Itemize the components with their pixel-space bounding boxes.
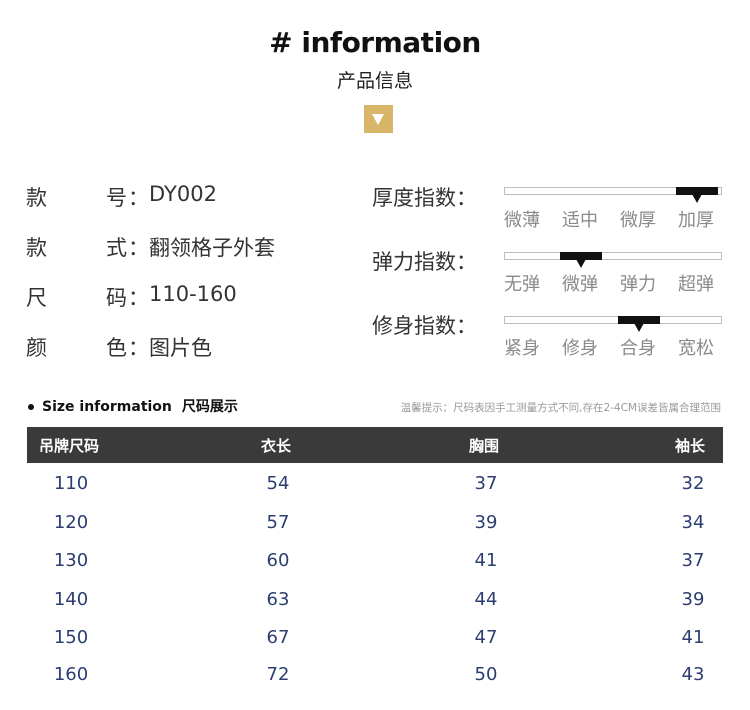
table-row: 120 57 39 34 — [27, 512, 723, 542]
spec-value-model: DY002 — [149, 182, 217, 206]
spec-key-1: 款 — [26, 236, 47, 260]
fit-index-bar — [504, 316, 722, 332]
spec-key-2: 码 — [106, 286, 127, 310]
table-cell: 54 — [266, 473, 290, 494]
spec-key-1: 颜 — [26, 336, 47, 360]
table-cell: 39 — [474, 512, 498, 533]
fit-index-marker — [617, 316, 660, 332]
spec-value-size: 110-160 — [149, 282, 237, 306]
index-option: 无弹 — [504, 274, 540, 295]
size-table-header: 吊牌尺码 衣长 胸围 袖长 — [27, 427, 723, 463]
elasticity-index-label: 弹力指数： — [372, 250, 477, 274]
index-option: 宽松 — [678, 338, 714, 359]
index-option: 微弹 — [562, 274, 598, 295]
table-cell: 41 — [474, 550, 498, 571]
table-header-cell: 袖长 — [675, 437, 706, 455]
table-cell: 110 — [53, 473, 89, 494]
table-cell: 57 — [266, 512, 290, 533]
fit-index-label: 修身指数： — [372, 314, 477, 338]
index-option: 微厚 — [620, 210, 656, 231]
elasticity-index-bar — [504, 252, 722, 268]
index-option: 适中 — [562, 210, 598, 231]
table-header-cell: 衣长 — [261, 437, 292, 455]
table-cell: 39 — [681, 589, 705, 610]
table-cell: 67 — [266, 627, 290, 648]
table-row: 140 63 44 39 — [27, 589, 723, 619]
table-cell: 41 — [681, 627, 705, 648]
spec-key-2: 色 — [106, 336, 127, 360]
table-cell: 37 — [681, 550, 705, 571]
index-option: 微薄 — [504, 210, 540, 231]
table-cell: 130 — [53, 550, 89, 571]
down-arrow-icon — [364, 105, 393, 133]
spec-colon: ： — [128, 236, 149, 260]
table-row: 150 67 47 41 — [27, 627, 723, 657]
table-cell: 43 — [681, 664, 705, 685]
table-row: 160 72 50 43 — [27, 664, 723, 694]
index-option: 紧身 — [504, 338, 540, 359]
table-cell: 60 — [266, 550, 290, 571]
table-cell: 44 — [474, 589, 498, 610]
size-section-title: Size information 尺码展示 — [28, 396, 238, 416]
table-cell: 32 — [681, 473, 705, 494]
bullet-icon — [28, 404, 34, 410]
table-cell: 150 — [53, 627, 89, 648]
table-cell: 37 — [474, 473, 498, 494]
table-row: 130 60 41 37 — [27, 550, 723, 580]
index-option: 弹力 — [620, 274, 656, 295]
table-cell: 50 — [474, 664, 498, 685]
index-option: 合身 — [620, 338, 656, 359]
spec-colon: ： — [128, 336, 149, 360]
spec-key-2: 号 — [106, 186, 127, 210]
thickness-index-bar — [504, 187, 722, 203]
page-title: # information — [269, 26, 481, 59]
table-cell: 72 — [266, 664, 290, 685]
spec-value-color: 图片色 — [149, 336, 212, 360]
spec-colon: ： — [128, 286, 149, 310]
spec-value-style: 翻领格子外套 — [149, 236, 275, 260]
table-cell: 47 — [474, 627, 498, 648]
table-cell: 120 — [53, 512, 89, 533]
table-cell: 160 — [53, 664, 89, 685]
size-title-cn: 尺码展示 — [181, 399, 238, 415]
spec-colon: ： — [128, 186, 149, 210]
page-subtitle: 产品信息 — [336, 70, 413, 92]
index-option: 修身 — [562, 338, 598, 359]
table-header-cell: 胸围 — [469, 437, 500, 455]
spec-key-2: 式 — [106, 236, 127, 260]
table-row: 110 54 37 32 — [27, 473, 723, 503]
index-option: 超弹 — [678, 274, 714, 295]
index-option: 加厚 — [678, 210, 714, 231]
thickness-index-marker — [676, 187, 719, 203]
thickness-index-options: 微薄 适中 微厚 加厚 — [504, 206, 724, 231]
fit-index-options: 紧身 修身 合身 宽松 — [504, 334, 724, 359]
thickness-index-label: 厚度指数： — [372, 186, 477, 210]
spec-key-1: 尺 — [26, 286, 47, 310]
size-title-en: Size information — [42, 399, 172, 415]
size-tip: 温馨提示：尺码表因手工测量方式不同,存在2-4CM误差皆属合理范围 — [400, 402, 721, 414]
table-cell: 140 — [53, 589, 89, 610]
elasticity-index-options: 无弹 微弹 弹力 超弹 — [504, 270, 724, 295]
spec-key-1: 款 — [26, 186, 47, 210]
table-cell: 63 — [266, 589, 290, 610]
elasticity-index-marker — [559, 252, 602, 268]
table-header-cell: 吊牌尺码 — [39, 437, 100, 455]
table-cell: 34 — [681, 512, 705, 533]
